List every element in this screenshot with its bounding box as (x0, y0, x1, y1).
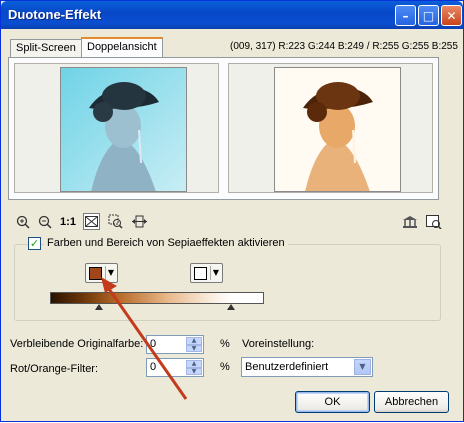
annotation-arrow (101, 277, 188, 400)
duotone-dialog: Duotone-Effekt – □ ✕ Split-Screen Doppel… (0, 0, 464, 422)
